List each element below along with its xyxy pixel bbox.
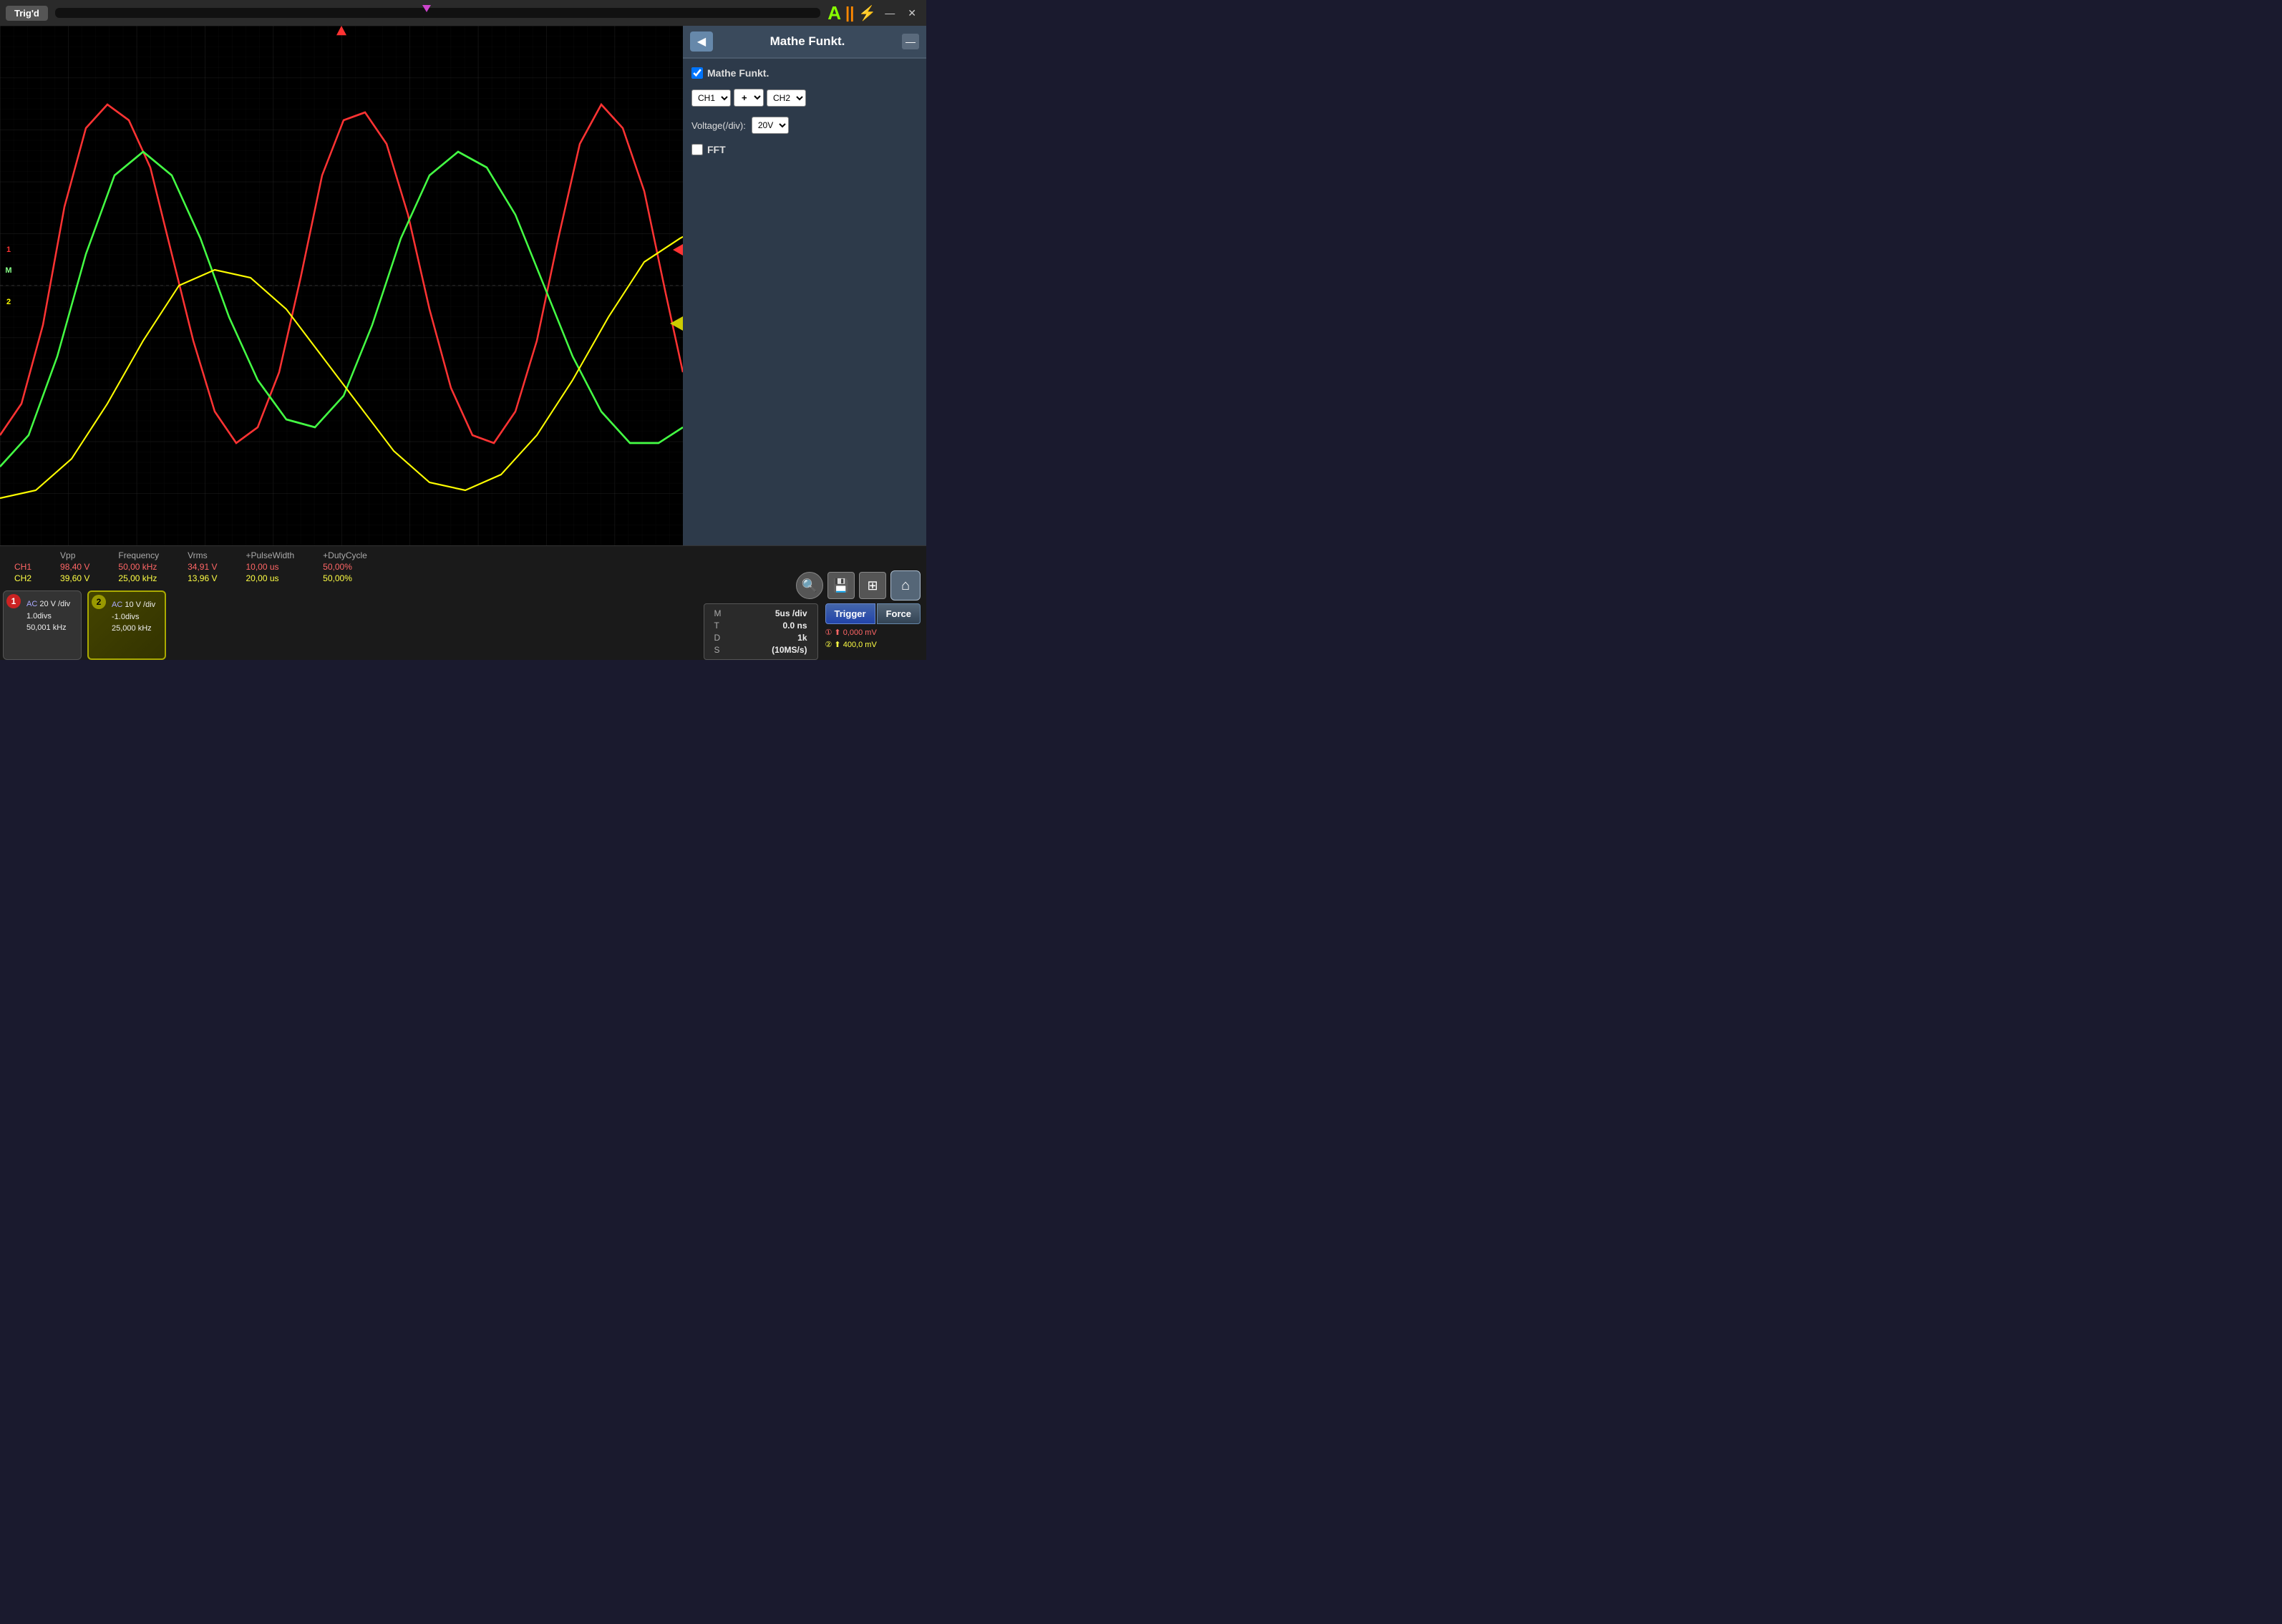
- trigger-force-section: Trigger Force ① ⬆ 0,000 mV ② ⬆ 400,0 mV: [825, 603, 921, 651]
- d-key: D: [714, 633, 721, 643]
- math-funkt-row: Mathe Funkt.: [691, 67, 918, 79]
- fft-checkbox[interactable]: [691, 144, 703, 155]
- fft-row: FFT: [691, 144, 918, 155]
- meas-col-vrms: Vrms 34,91 V 13,96 V: [188, 550, 217, 583]
- voltage-row: Voltage(/div): 20V: [691, 117, 918, 134]
- top-bar: Trig'd A || ⚡ — ✕: [0, 0, 926, 26]
- ch1-box-content: AC 20 V /div 1.0divs 50,001 kHz: [26, 598, 74, 634]
- ch2-box-content: AC 10 V /div -1.0divs 25,000 kHz: [112, 599, 157, 635]
- fft-label[interactable]: FFT: [707, 144, 726, 155]
- m-key: M: [714, 608, 722, 618]
- t-val: 0.0 ns: [782, 621, 807, 631]
- auto-label: A: [827, 4, 841, 22]
- pause-icon[interactable]: ||: [845, 4, 854, 22]
- zoom-icon-button[interactable]: 🔍: [796, 572, 823, 599]
- meas-col-vpp: Vpp 98,40 V 39,60 V: [60, 550, 89, 583]
- panel-title: Mathe Funkt.: [719, 34, 896, 49]
- trig-ch2-icon: ② ⬆: [825, 641, 843, 649]
- time-row-d: D 1k: [714, 633, 807, 643]
- ch1-vdiv: 20 V /div: [39, 600, 70, 608]
- close-button[interactable]: ✕: [903, 6, 921, 21]
- waveform-display: [0, 26, 683, 545]
- ch2-ac-label: AC: [112, 601, 122, 609]
- ch1-badge: 1: [6, 594, 21, 608]
- main-area: 1 M 2 ◀ Mathe Funkt. — Mathe Funkt. CH1: [0, 26, 926, 545]
- s-val: (10MS/s): [772, 645, 807, 655]
- time-info-box: M 5us /div T 0.0 ns D 1k S (10MS/s): [704, 603, 818, 660]
- ch2-level-marker: 2: [3, 296, 14, 308]
- math-funkt-checkbox[interactable]: [691, 67, 703, 79]
- voltage-label: Voltage(/div):: [691, 120, 746, 131]
- oscilloscope-screen: 1 M 2: [0, 26, 683, 545]
- meas-col-dutycycle: +DutyCycle 50,00% 50,00%: [323, 550, 367, 583]
- time-row-t: T 0.0 ns: [714, 621, 807, 631]
- time-row-s: S (10MS/s): [714, 645, 807, 655]
- ch2-divs: -1.0divs: [112, 613, 140, 621]
- channel-select-row: CH1 + - × ÷ CH2: [691, 89, 918, 107]
- ch1-select[interactable]: CH1: [691, 89, 731, 107]
- bottom-controls: 1 AC 20 V /div 1.0divs 50,001 kHz 2 AC 1…: [0, 588, 926, 663]
- voltage-select[interactable]: 20V: [752, 117, 789, 134]
- s-key: S: [714, 645, 720, 655]
- time-row-m: M 5us /div: [714, 608, 807, 618]
- top-right-controls: A || ⚡ — ✕: [827, 4, 921, 22]
- math-funkt-checkbox-label[interactable]: Mathe Funkt.: [691, 67, 769, 79]
- math-level-marker: M: [3, 265, 14, 276]
- trigger-line: [55, 8, 820, 18]
- ch1-level-marker: 1: [3, 244, 14, 256]
- screenshot-icon-button[interactable]: ⊞: [859, 572, 886, 599]
- minimize-button[interactable]: —: [880, 6, 899, 20]
- panel-content: Mathe Funkt. CH1 + - × ÷ CH2: [683, 59, 926, 164]
- trigger-position-marker[interactable]: [422, 5, 431, 12]
- ch2-vdiv: 10 V /div: [125, 601, 155, 609]
- trigger-force-buttons: Trigger Force: [825, 603, 921, 624]
- trig-ch1-value: 0,000 mV: [843, 628, 877, 637]
- panel-back-button[interactable]: ◀: [690, 31, 713, 52]
- meas-col-pulsewidth: +PulseWidth 10,00 us 20,00 us: [246, 550, 294, 583]
- t-key: T: [714, 621, 719, 631]
- right-bottom-area: 🔍 💾 ⊞ ⌂ M 5us /div T 0.0 ns: [169, 588, 926, 663]
- measurements-bar: CH1 CH2 Vpp 98,40 V 39,60 V Frequency 50…: [0, 545, 926, 588]
- panel-minimize-button[interactable]: —: [902, 34, 919, 49]
- yellow-level-arrow: [670, 316, 683, 331]
- meas-col-freq: Frequency 50,00 kHz 25,00 kHz: [118, 550, 159, 583]
- trig-ch2-value: 400,0 mV: [843, 641, 877, 649]
- panel-header: ◀ Mathe Funkt. —: [683, 26, 926, 59]
- trigger-info: ① ⬆ 0,000 mV ② ⬆ 400,0 mV: [825, 627, 921, 651]
- ch2-settings-box[interactable]: 2 AC 10 V /div -1.0divs 25,000 kHz: [87, 590, 166, 660]
- trig-ch1-icon: ① ⬆: [825, 628, 843, 637]
- trig-badge: Trig'd: [6, 6, 48, 21]
- meas-col-label: CH1 CH2: [14, 550, 31, 583]
- bottom-section: CH1 CH2 Vpp 98,40 V 39,60 V Frequency 50…: [0, 545, 926, 660]
- ch1-divs: 1.0divs: [26, 612, 52, 621]
- trigger-button[interactable]: Trigger: [825, 603, 875, 624]
- ch2-freq: 25,000 kHz: [112, 624, 152, 633]
- lightning-icon: ⚡: [858, 4, 876, 22]
- trigger-right-arrow: [673, 244, 683, 256]
- d-val: 1k: [797, 633, 807, 643]
- m-val: 5us /div: [775, 608, 807, 618]
- force-button[interactable]: Force: [877, 603, 921, 624]
- ch2-select[interactable]: CH2: [767, 89, 806, 107]
- home-icon-button[interactable]: ⌂: [890, 570, 921, 601]
- ch1-ac-label: AC: [26, 600, 37, 608]
- operator-select[interactable]: + - × ÷: [734, 89, 764, 107]
- ch2-badge: 2: [92, 595, 106, 609]
- ch1-freq: 50,001 kHz: [26, 623, 67, 632]
- math-function-panel: ◀ Mathe Funkt. — Mathe Funkt. CH1 + -: [683, 26, 926, 545]
- ch1-settings-box[interactable]: 1 AC 20 V /div 1.0divs 50,001 kHz: [3, 590, 82, 660]
- icon-row: 🔍 💾 ⊞ ⌂: [796, 570, 921, 601]
- save-icon-button[interactable]: 💾: [827, 572, 855, 599]
